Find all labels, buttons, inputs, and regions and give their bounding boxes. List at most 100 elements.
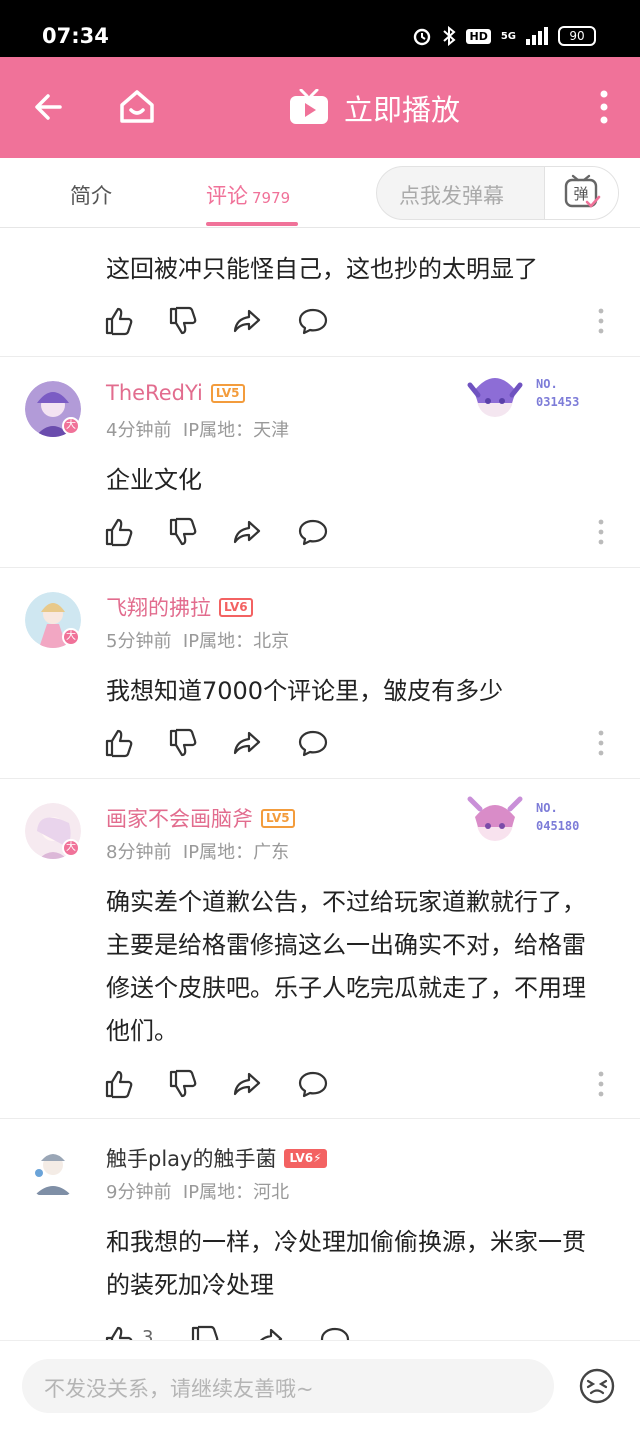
like-icon[interactable] [104, 1325, 134, 1340]
comment-input[interactable]: 不发没关系，请继续友善哦~ [22, 1359, 554, 1413]
comments-count: 7979 [252, 189, 291, 207]
like-count: 3 [142, 1327, 154, 1340]
top-bar: 立即播放 [0, 57, 640, 158]
comment-item: 触手play的触手菌 LV6⚡ 9分钟前 IP属地：河北 和我想的一样，冷处理加偷… [0, 1119, 640, 1340]
level-badge: LV6⚡ [284, 1148, 327, 1168]
reply-icon[interactable] [298, 517, 328, 547]
share-icon[interactable] [232, 728, 262, 758]
dislike-icon[interactable] [168, 517, 198, 547]
back-arrow-icon[interactable] [30, 87, 70, 127]
fan-badge-character-icon [467, 378, 523, 417]
comment-item: 这回被冲只能怪自己，这也抄的太明显了 [0, 228, 640, 357]
home-icon[interactable] [116, 85, 158, 127]
comment-more-icon[interactable] [597, 730, 605, 756]
comment-time: 5分钟前 [106, 631, 172, 652]
comment-actions [104, 728, 624, 758]
battery-icon: 90 [558, 26, 596, 46]
user-badge: 大 [62, 628, 80, 646]
username[interactable]: TheRedYi LV5 [106, 381, 245, 405]
like-icon[interactable] [104, 728, 134, 758]
more-vert-icon[interactable] [594, 89, 614, 125]
comment-time: 4分钟前 [106, 420, 172, 441]
ip-location: IP属地：广东 [182, 842, 290, 863]
comment-meta: 5分钟前 IP属地：北京 [106, 627, 289, 653]
username-label: 触手play的触手菌 [106, 1147, 277, 1171]
tab-comments-label: 评论 [206, 184, 248, 208]
comment-actions [104, 306, 624, 336]
comment-time: 9分钟前 [106, 1182, 172, 1203]
fan-number: NO. 045180 [536, 801, 580, 833]
username[interactable]: 飞翔的拂拉 LV6 [106, 592, 253, 622]
comment-actions [104, 517, 624, 547]
danmu-placeholder: 点我发弹幕 [399, 184, 504, 208]
bluetooth-icon [443, 26, 457, 46]
share-icon[interactable] [232, 517, 262, 547]
share-icon[interactable] [254, 1325, 284, 1340]
share-icon[interactable] [232, 306, 262, 336]
tv-play-icon [290, 89, 328, 124]
username[interactable]: 触手play的触手菌 LV6⚡ [106, 1143, 327, 1173]
username[interactable]: 画家不会画脑斧 LV5 [106, 803, 295, 833]
tab-comments[interactable]: 评论 7979 [206, 180, 290, 210]
tab-intro[interactable]: 简介 [70, 180, 112, 210]
avatar[interactable] [25, 1143, 81, 1199]
comment-actions: 3 [104, 1325, 624, 1340]
comment-meta: 9分钟前 IP属地：河北 [106, 1178, 289, 1204]
dislike-icon[interactable] [168, 1069, 198, 1099]
comment-meta: 8分钟前 IP属地：广东 [106, 838, 289, 864]
danmu-toggle-button[interactable]: 弹 [544, 167, 618, 219]
dislike-icon[interactable] [168, 306, 198, 336]
comment-text: 我想知道7000个评论里，皱皮有多少 [106, 677, 504, 705]
reply-icon[interactable] [298, 306, 328, 336]
comment-item: 大 画家不会画脑斧 LV5 8分钟前 IP属地：广东 NO. 045180 确实差个… [0, 779, 640, 1119]
signal-icon [526, 27, 548, 45]
reply-icon[interactable] [320, 1325, 350, 1340]
comment-actions [104, 1069, 624, 1099]
level-badge: LV6 [219, 597, 253, 617]
comment-text: 这回被冲只能怪自己，这也抄的太明显了 [106, 255, 538, 283]
network-label: 5G [500, 30, 516, 42]
fan-badge: NO. 031453 [460, 369, 610, 425]
comment-item: 大 TheRedYi LV5 4分钟前 IP属地：天津 NO. 031453 企业文… [0, 357, 640, 568]
danmu-tv-icon: 弹 [564, 174, 601, 208]
comment-text: 和我想的一样，冷处理加偷偷换源，米家一贯的装死加冷处理 [106, 1228, 586, 1299]
level-badge: LV5 [261, 808, 295, 828]
comment-more-icon[interactable] [597, 308, 605, 334]
comment-more-icon[interactable] [597, 1071, 605, 1097]
username-label: TheRedYi [106, 381, 203, 405]
comment-time: 8分钟前 [106, 842, 172, 863]
share-icon[interactable] [232, 1069, 262, 1099]
alarm-icon [414, 28, 431, 46]
ip-location: IP属地：河北 [182, 1182, 290, 1203]
fan-badge: NO. 045180 [460, 793, 610, 849]
ip-location: IP属地：天津 [182, 420, 290, 441]
bottom-comment-bar: 不发没关系，请继续友善哦~ [0, 1340, 640, 1430]
like-icon[interactable] [104, 517, 134, 547]
level-badge: LV5 [210, 383, 245, 403]
svg-text:弹: 弹 [573, 185, 588, 203]
status-bar: 07:34 HD 5G 90 [0, 0, 640, 57]
like-icon[interactable] [104, 1069, 134, 1099]
user-badge: 大 [62, 417, 80, 435]
dislike-icon[interactable] [190, 1325, 220, 1340]
comment-item: 大 飞翔的拂拉 LV6 5分钟前 IP属地：北京 我想知道7000个评论里，皱皮有… [0, 568, 640, 779]
hd-badge: HD [466, 28, 491, 44]
play-now-label: 立即播放 [344, 93, 461, 127]
play-now-button[interactable]: 立即播放 [288, 87, 460, 129]
username-label: 飞翔的拂拉 [106, 596, 211, 620]
status-icons: HD 5G 90 [412, 26, 596, 46]
dislike-icon[interactable] [168, 728, 198, 758]
like-icon[interactable] [104, 306, 134, 336]
comment-text: 确实差个道歉公告，不过给玩家道歉就行了，主要是给格雷修搞这么一出确实不对，给格雷… [106, 888, 586, 1045]
danmu-input[interactable]: 点我发弹幕 弹 [376, 166, 619, 220]
emoji-icon[interactable] [578, 1367, 616, 1405]
active-tab-indicator [206, 222, 298, 226]
comment-more-icon[interactable] [597, 519, 605, 545]
reply-icon[interactable] [298, 728, 328, 758]
fan-badge-character-icon [467, 796, 523, 841]
fan-number: NO. 031453 [536, 377, 580, 409]
reply-icon[interactable] [298, 1069, 328, 1099]
user-badge: 大 [62, 839, 80, 857]
comment-input-placeholder: 不发没关系，请继续友善哦~ [44, 1377, 314, 1401]
comment-meta: 4分钟前 IP属地：天津 [106, 416, 289, 442]
